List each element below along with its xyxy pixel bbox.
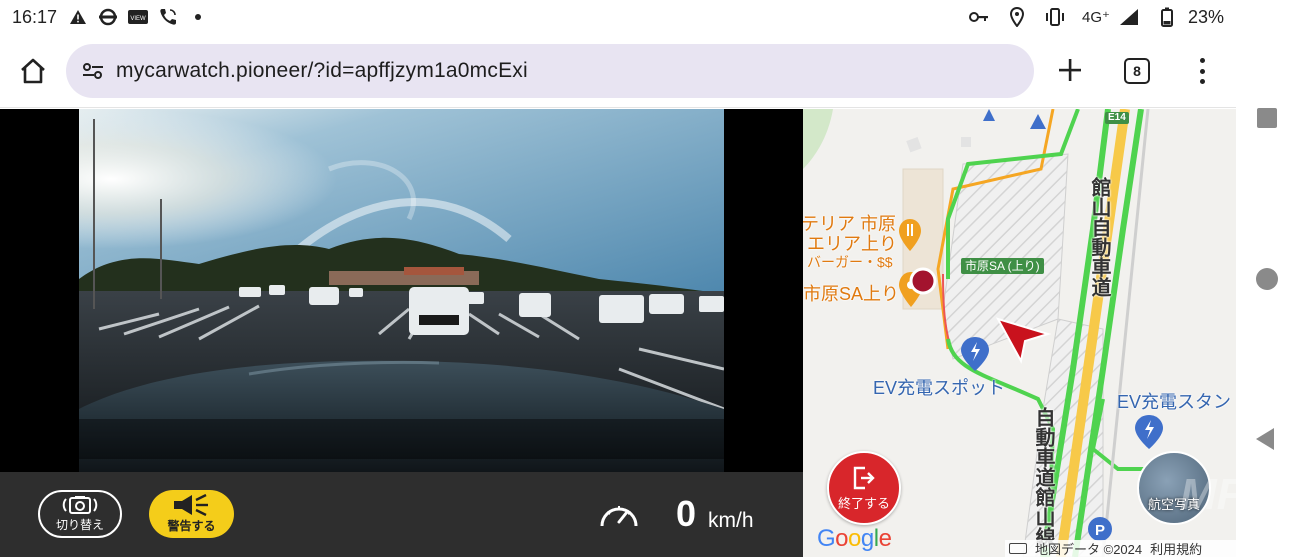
- speed-value: 0: [676, 493, 697, 534]
- wifi-call-icon: [157, 6, 179, 28]
- tab-switcher-button[interactable]: 8: [1124, 58, 1150, 84]
- dot-icon: [187, 6, 209, 28]
- location-icon: [1006, 6, 1028, 28]
- address-bar[interactable]: mycarwatch.pioneer/?id=apffjzym1a0mcExi: [66, 44, 1034, 98]
- more-dot-icon: [1199, 79, 1205, 84]
- more-menu-button[interactable]: [1190, 54, 1214, 88]
- map-view[interactable]: P E14 テリア 市原 エリア上り バーガー・$$ 市原SA上り 市原SA (…: [803, 109, 1236, 557]
- switch-camera-label: 切り替え: [55, 518, 104, 532]
- status-bar: 16:17 VIEW 4G⁺ 23%: [0, 0, 1236, 34]
- battery-percent: 23%: [1187, 6, 1224, 27]
- keyboard-icon[interactable]: [1009, 543, 1027, 554]
- vpn-key-icon: [968, 6, 990, 28]
- more-dot-icon: [1199, 68, 1205, 74]
- vibrate-icon: [1044, 6, 1066, 28]
- new-tab-button[interactable]: [1052, 52, 1088, 88]
- label-expressway-top: 館山自動車道: [1088, 177, 1110, 297]
- camera-switch-icon: [62, 496, 98, 514]
- map-attribution: 地図データ ©2024 利用規約: [1005, 540, 1236, 557]
- label-burger[interactable]: バーガー・$$: [807, 255, 893, 269]
- home-button[interactable]: [14, 52, 52, 90]
- label-ev-station-2[interactable]: EV充電スタン: [1117, 393, 1231, 411]
- screen: 16:17 VIEW 4G⁺ 23% mycarwatch.pioneer/?i…: [0, 0, 1300, 557]
- megaphone-icon: [173, 494, 208, 516]
- browser-toolbar: mycarwatch.pioneer/?id=apffjzym1a0mcExi …: [0, 34, 1236, 108]
- label-terrace[interactable]: テリア 市原: [803, 215, 896, 233]
- network-type: 4G⁺: [1082, 9, 1110, 26]
- view-icon: VIEW: [127, 6, 149, 28]
- system-nav-bar: [1236, 0, 1300, 557]
- warning-icon: [67, 6, 89, 28]
- end-button[interactable]: 終了する: [827, 451, 901, 525]
- end-label: 終了する: [837, 495, 890, 511]
- label-expressway-bottom: 自動車道館山線: [1032, 407, 1054, 547]
- label-ichihara-sa[interactable]: 市原SA上り: [803, 285, 899, 303]
- route-tag-e14: E14: [1105, 112, 1129, 124]
- google-logo: Google: [817, 525, 892, 552]
- svg-text:VIEW: VIEW: [130, 16, 146, 22]
- video-frame: [79, 109, 724, 472]
- url-text[interactable]: mycarwatch.pioneer/?id=apffjzym1a0mcExi: [116, 59, 528, 83]
- terms-link[interactable]: 利用規約: [1150, 539, 1202, 557]
- dashcam-video[interactable]: [0, 109, 803, 472]
- site-settings-icon[interactable]: [80, 58, 106, 84]
- home-icon: [21, 58, 45, 84]
- svg-text:P: P: [1095, 522, 1105, 539]
- status-right: 4G⁺ 23%: [968, 6, 1224, 28]
- back-icon[interactable]: [1256, 428, 1274, 450]
- signal-icon: [1118, 6, 1140, 28]
- warn-button[interactable]: 警告する: [149, 490, 234, 538]
- home-circle-icon[interactable]: [1256, 268, 1278, 290]
- label-ev-station[interactable]: EV充電スポット: [873, 379, 1005, 397]
- plus-icon: [1059, 59, 1081, 81]
- speedometer-icon: [600, 506, 638, 527]
- status-time: 16:17: [12, 6, 58, 27]
- recents-icon[interactable]: [1257, 108, 1277, 128]
- tube-icon: [97, 6, 119, 28]
- more-dot-icon: [1199, 58, 1205, 63]
- warn-label: 警告する: [167, 519, 216, 533]
- speed-unit: km/h: [708, 509, 754, 532]
- attribution-text: 地図データ ©2024: [1035, 542, 1143, 557]
- control-bar: 切り替え 警告する 0 km/h: [0, 472, 803, 557]
- exit-icon: [853, 466, 875, 489]
- battery-icon: [1156, 6, 1178, 28]
- label-ichihara-sa-tag: 市原SA (上り): [961, 258, 1044, 274]
- switch-camera-button[interactable]: 切り替え: [38, 490, 122, 538]
- label-area-up[interactable]: エリア上り: [807, 235, 897, 253]
- watermark: MF: [1180, 470, 1244, 519]
